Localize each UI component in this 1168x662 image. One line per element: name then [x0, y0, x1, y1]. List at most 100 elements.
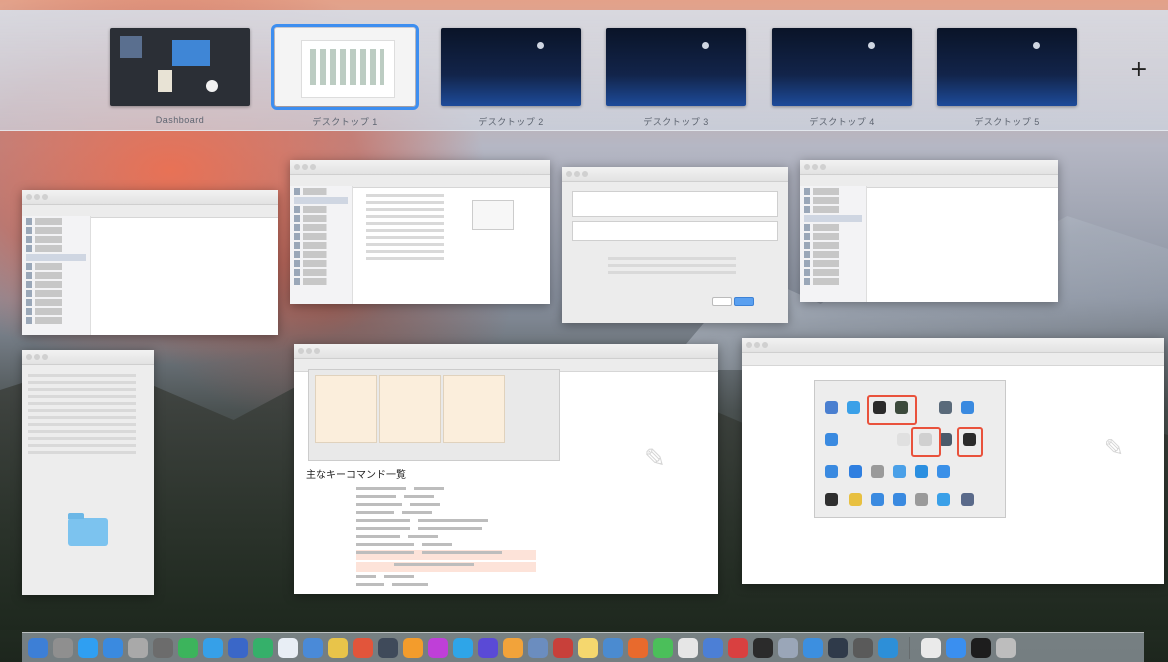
window-titlebar[interactable]	[742, 338, 1164, 353]
dialog-cancel-button[interactable]	[712, 297, 732, 306]
space-thumbnail[interactable]	[772, 28, 912, 106]
pref-icon	[871, 493, 884, 506]
dock-app-icon[interactable]	[753, 637, 773, 658]
dock-app-icon[interactable]	[378, 637, 398, 658]
pref-icon	[915, 493, 928, 506]
pref-icon	[849, 493, 862, 506]
window-titlebar[interactable]	[562, 167, 788, 182]
dock-item-icon[interactable]	[996, 637, 1016, 658]
dock-app-icon[interactable]	[678, 637, 698, 658]
embedded-image-panel	[308, 369, 560, 461]
pref-icon	[939, 401, 952, 414]
pref-icon	[961, 401, 974, 414]
dock-app-icon[interactable]	[153, 637, 173, 658]
space-thumbnail[interactable]	[110, 28, 250, 106]
dock-app-icon[interactable]	[103, 637, 123, 658]
window-titlebar[interactable]	[22, 350, 154, 365]
pin-icon: ✎	[1103, 434, 1124, 462]
dock-app-icon[interactable]	[503, 637, 523, 658]
dock-app-icon[interactable]	[253, 637, 273, 658]
space-dashboard[interactable]: Dashboard	[110, 28, 250, 125]
dock-app-icon[interactable]	[528, 637, 548, 658]
finder-window-1[interactable]	[22, 190, 278, 335]
dock-app-icon[interactable]	[53, 637, 73, 658]
file-preview	[472, 200, 514, 230]
dock-app-icon[interactable]	[403, 637, 423, 658]
pref-icon	[871, 465, 884, 478]
dock-app-icon[interactable]	[303, 637, 323, 658]
dock-app-icon[interactable]	[353, 637, 373, 658]
space-desktop-4[interactable]: デスクトップ 4	[772, 28, 912, 128]
dock-app-icon[interactable]	[553, 637, 573, 658]
dialog-options	[602, 253, 742, 278]
space-thumbnail[interactable]	[441, 28, 581, 106]
dock-item-icon[interactable]	[971, 637, 991, 658]
space-label: デスクトップ 2	[478, 117, 544, 127]
dock-app-icon[interactable]	[328, 637, 348, 658]
dialog-list[interactable]	[572, 191, 778, 217]
dock-app-icon[interactable]	[778, 637, 798, 658]
space-desktop-2[interactable]: デスクトップ 2	[441, 28, 581, 128]
pref-icon	[825, 465, 838, 478]
dock-app-icon[interactable]	[228, 637, 248, 658]
dock-app-icon[interactable]	[703, 637, 723, 658]
space-label: デスクトップ 1	[312, 117, 378, 127]
dock-app-icon[interactable]	[653, 637, 673, 658]
dock-app-icon[interactable]	[853, 637, 873, 658]
info-window[interactable]	[290, 160, 550, 304]
dock-app-icon[interactable]	[428, 637, 448, 658]
space-thumbnail[interactable]	[937, 28, 1077, 106]
highlight-box	[911, 427, 941, 457]
window-titlebar[interactable]	[800, 160, 1058, 175]
highlight-box	[867, 395, 917, 425]
space-thumbnail[interactable]	[606, 28, 746, 106]
dialog-window[interactable]	[562, 167, 788, 323]
pref-icon	[897, 433, 910, 446]
dock-app-icon[interactable]	[628, 637, 648, 658]
space-thumbnail[interactable]	[271, 24, 419, 110]
dock-app-icon[interactable]	[828, 637, 848, 658]
dock-app-icon[interactable]	[603, 637, 623, 658]
dock-app-icon[interactable]	[578, 637, 598, 658]
space-label: Dashboard	[155, 115, 205, 125]
dock-app-icon[interactable]	[278, 637, 298, 658]
get-info-panel[interactable]	[22, 350, 154, 595]
dock-app-icon[interactable]	[178, 637, 198, 658]
document-heading: 主なキーコマンド一覧	[306, 470, 406, 481]
dock-app-icon[interactable]	[203, 637, 223, 658]
dialog-ok-button[interactable]	[734, 297, 754, 306]
dock-app-icon[interactable]	[478, 637, 498, 658]
pin-icon: ✎	[644, 444, 666, 474]
window-titlebar[interactable]	[22, 190, 278, 205]
add-space-button[interactable]: +	[1124, 56, 1154, 83]
dock-app-icon[interactable]	[453, 637, 473, 658]
system-preferences-screenshot	[814, 380, 1006, 518]
pref-icon	[893, 465, 906, 478]
info-fields	[22, 370, 142, 458]
dock-app-icon[interactable]	[803, 637, 823, 658]
window-titlebar[interactable]	[294, 344, 718, 359]
pref-icon	[937, 465, 950, 478]
space-desktop-3[interactable]: デスクトップ 3	[606, 28, 746, 128]
spaces-bar: Dashboard デスクトップ 1 デスクトップ 2 デスクトップ 3 デスク…	[0, 10, 1168, 131]
dock-app-icon[interactable]	[878, 637, 898, 658]
pref-icon	[825, 493, 838, 506]
dock-item-icon[interactable]	[946, 637, 966, 658]
space-desktop-1[interactable]: デスクトップ 1	[271, 24, 419, 128]
system-preferences-doc-window[interactable]: ✎	[742, 338, 1164, 584]
pref-icon	[915, 465, 928, 478]
dock-app-icon[interactable]	[28, 637, 48, 658]
dock-app-icon[interactable]	[128, 637, 148, 658]
document-window[interactable]: 主なキーコマンド一覧 ✎	[294, 344, 718, 594]
dock-item-icon[interactable]	[921, 637, 941, 658]
dock-app-icon[interactable]	[78, 637, 98, 658]
image-card	[379, 375, 441, 443]
dock-app-icon[interactable]	[728, 637, 748, 658]
space-desktop-5[interactable]: デスクトップ 5	[937, 28, 1077, 128]
folder-icon	[68, 513, 108, 546]
finder-window-2[interactable]	[800, 160, 1058, 302]
dialog-list-2[interactable]	[572, 221, 778, 241]
dock	[22, 632, 1144, 662]
image-card	[443, 375, 505, 443]
window-titlebar[interactable]	[290, 160, 550, 175]
